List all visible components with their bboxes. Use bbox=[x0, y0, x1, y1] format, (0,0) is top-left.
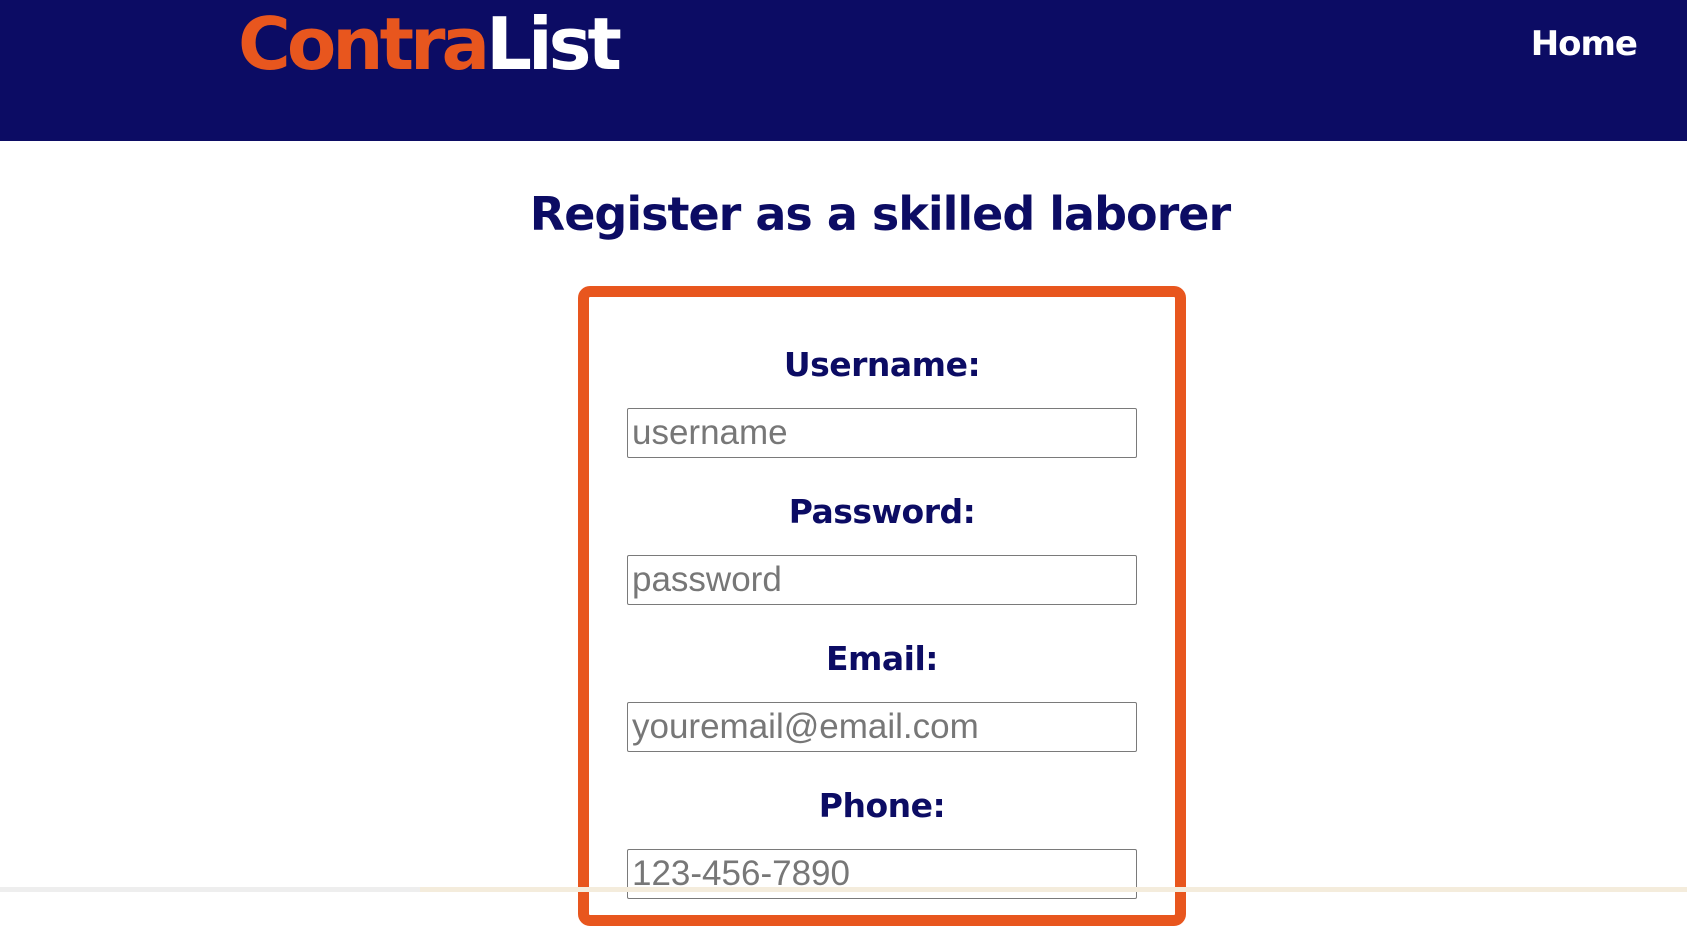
email-label: Email: bbox=[825, 639, 939, 678]
logo-text-contra: Contra bbox=[238, 2, 490, 86]
logo-text-list: List bbox=[486, 2, 622, 86]
nav-home-link[interactable]: Home bbox=[1531, 24, 1638, 64]
bottom-edge-bar-left bbox=[0, 887, 420, 892]
username-label: Username: bbox=[783, 345, 981, 384]
email-input[interactable] bbox=[627, 702, 1137, 752]
username-input[interactable] bbox=[627, 408, 1137, 458]
password-input[interactable] bbox=[627, 555, 1137, 605]
phone-label: Phone: bbox=[818, 786, 946, 825]
registration-form: Username: Password: Email: Phone: bbox=[578, 286, 1186, 926]
contralist-logo[interactable]: ContraList bbox=[238, 2, 622, 86]
page-title: Register as a skilled laborer bbox=[529, 187, 1231, 241]
password-label: Password: bbox=[788, 492, 976, 531]
top-navbar: ContraList Home bbox=[0, 0, 1687, 141]
